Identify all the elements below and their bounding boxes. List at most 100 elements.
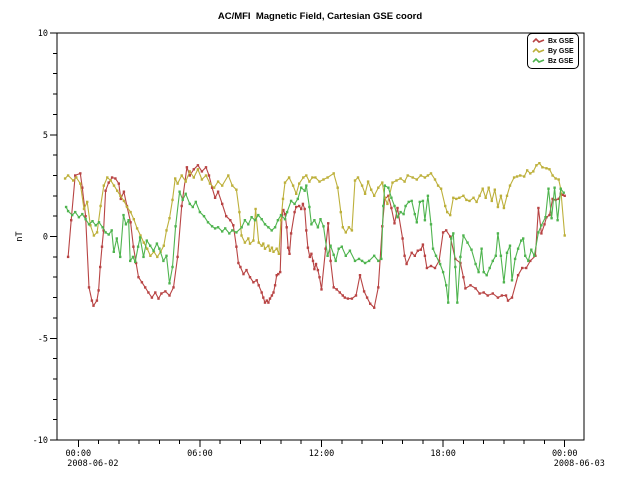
data-point-marker: [541, 166, 543, 168]
data-point-marker: [420, 249, 422, 251]
data-point-marker: [88, 286, 90, 288]
data-point-marker: [475, 201, 477, 203]
data-point-marker: [237, 262, 239, 264]
data-point-marker: [370, 189, 372, 191]
data-point-marker: [193, 168, 195, 170]
data-point-marker: [151, 296, 153, 298]
data-point-marker: [342, 294, 344, 296]
data-point-marker: [509, 184, 511, 186]
data-point-marker: [526, 169, 528, 171]
data-point-marker: [72, 179, 74, 181]
data-point-marker: [386, 203, 388, 205]
data-point-marker: [494, 189, 496, 191]
data-point-marker: [300, 187, 302, 189]
data-point-marker: [313, 219, 315, 221]
data-point-marker: [186, 166, 188, 168]
data-point-marker: [113, 251, 115, 253]
data-point-marker: [110, 179, 112, 181]
data-point-marker: [156, 242, 158, 244]
data-point-marker: [143, 241, 145, 243]
data-point-marker: [193, 176, 195, 178]
data-point-marker: [149, 255, 151, 257]
data-point-marker: [292, 184, 294, 186]
data-point-marker: [96, 231, 98, 233]
data-point-marker: [227, 174, 229, 176]
data-point-marker: [430, 172, 432, 174]
data-point-marker: [491, 200, 493, 202]
data-point-marker: [158, 248, 160, 250]
data-point-marker: [390, 197, 392, 199]
data-point-marker: [358, 258, 360, 260]
data-point-marker: [488, 187, 490, 189]
data-point-marker: [366, 296, 368, 298]
data-point-marker: [550, 217, 552, 219]
data-point-marker: [363, 290, 365, 292]
data-point-marker: [329, 260, 331, 262]
x-tick-label: 00:00: [65, 449, 91, 459]
data-point-marker: [280, 219, 282, 221]
data-point-marker: [354, 179, 356, 181]
bz-line-icon: [532, 57, 545, 65]
data-point-marker: [288, 176, 290, 178]
data-point-marker: [322, 225, 324, 227]
data-point-marker: [127, 219, 129, 221]
data-point-marker: [174, 225, 176, 227]
data-point-marker: [290, 200, 292, 202]
data-point-marker: [79, 182, 81, 184]
data-point-marker: [509, 245, 511, 247]
data-point-marker: [527, 260, 529, 262]
data-point-marker: [201, 170, 203, 172]
data-point-marker: [178, 191, 180, 193]
x-tick-label: 06:00: [187, 449, 213, 459]
data-point-marker: [67, 174, 69, 176]
data-point-marker: [505, 294, 507, 296]
data-point-marker: [88, 223, 90, 225]
data-point-marker: [157, 297, 159, 299]
data-point-marker: [449, 214, 451, 216]
data-point-marker: [214, 197, 216, 199]
data-point-marker: [232, 224, 234, 226]
data-point-marker: [558, 178, 560, 180]
data-point-marker: [182, 199, 184, 201]
data-point-marker: [357, 176, 359, 178]
data-point-marker: [439, 263, 441, 265]
data-point-marker: [274, 226, 276, 228]
data-point-marker: [213, 187, 215, 189]
data-point-marker: [147, 291, 149, 293]
data-point-marker: [367, 180, 369, 182]
data-point-marker: [402, 213, 404, 215]
x-tick-label: 18:00: [430, 449, 456, 459]
data-point-marker: [91, 299, 93, 301]
data-point-marker: [351, 297, 353, 299]
data-point-marker: [229, 219, 231, 221]
data-point-marker: [393, 205, 395, 207]
data-point-marker: [79, 172, 81, 174]
data-point-marker: [118, 182, 120, 184]
data-point-marker: [129, 211, 131, 213]
data-point-marker: [373, 255, 375, 257]
y-tick-label: 10: [38, 29, 48, 39]
data-point-marker: [300, 208, 302, 210]
data-point-marker: [445, 229, 447, 231]
data-point-marker: [235, 189, 237, 191]
data-point-marker: [317, 226, 319, 228]
data-point-marker: [122, 214, 124, 216]
data-point-marker: [164, 290, 166, 292]
data-point-marker: [104, 190, 106, 192]
data-point-marker: [500, 255, 502, 257]
data-point-marker: [312, 260, 314, 262]
data-point-marker: [308, 180, 310, 182]
data-point-marker: [373, 195, 375, 197]
data-point-marker: [368, 260, 370, 262]
data-point-marker: [67, 210, 69, 212]
data-point-marker: [267, 245, 269, 247]
data-point-marker: [106, 176, 108, 178]
data-point-marker: [556, 219, 558, 221]
data-point-marker: [564, 195, 566, 197]
data-point-marker: [459, 256, 461, 258]
data-point-marker: [390, 207, 392, 209]
data-point-marker: [287, 247, 289, 249]
data-point-marker: [393, 222, 395, 224]
data-point-marker: [209, 182, 211, 184]
data-point-marker: [217, 180, 219, 182]
